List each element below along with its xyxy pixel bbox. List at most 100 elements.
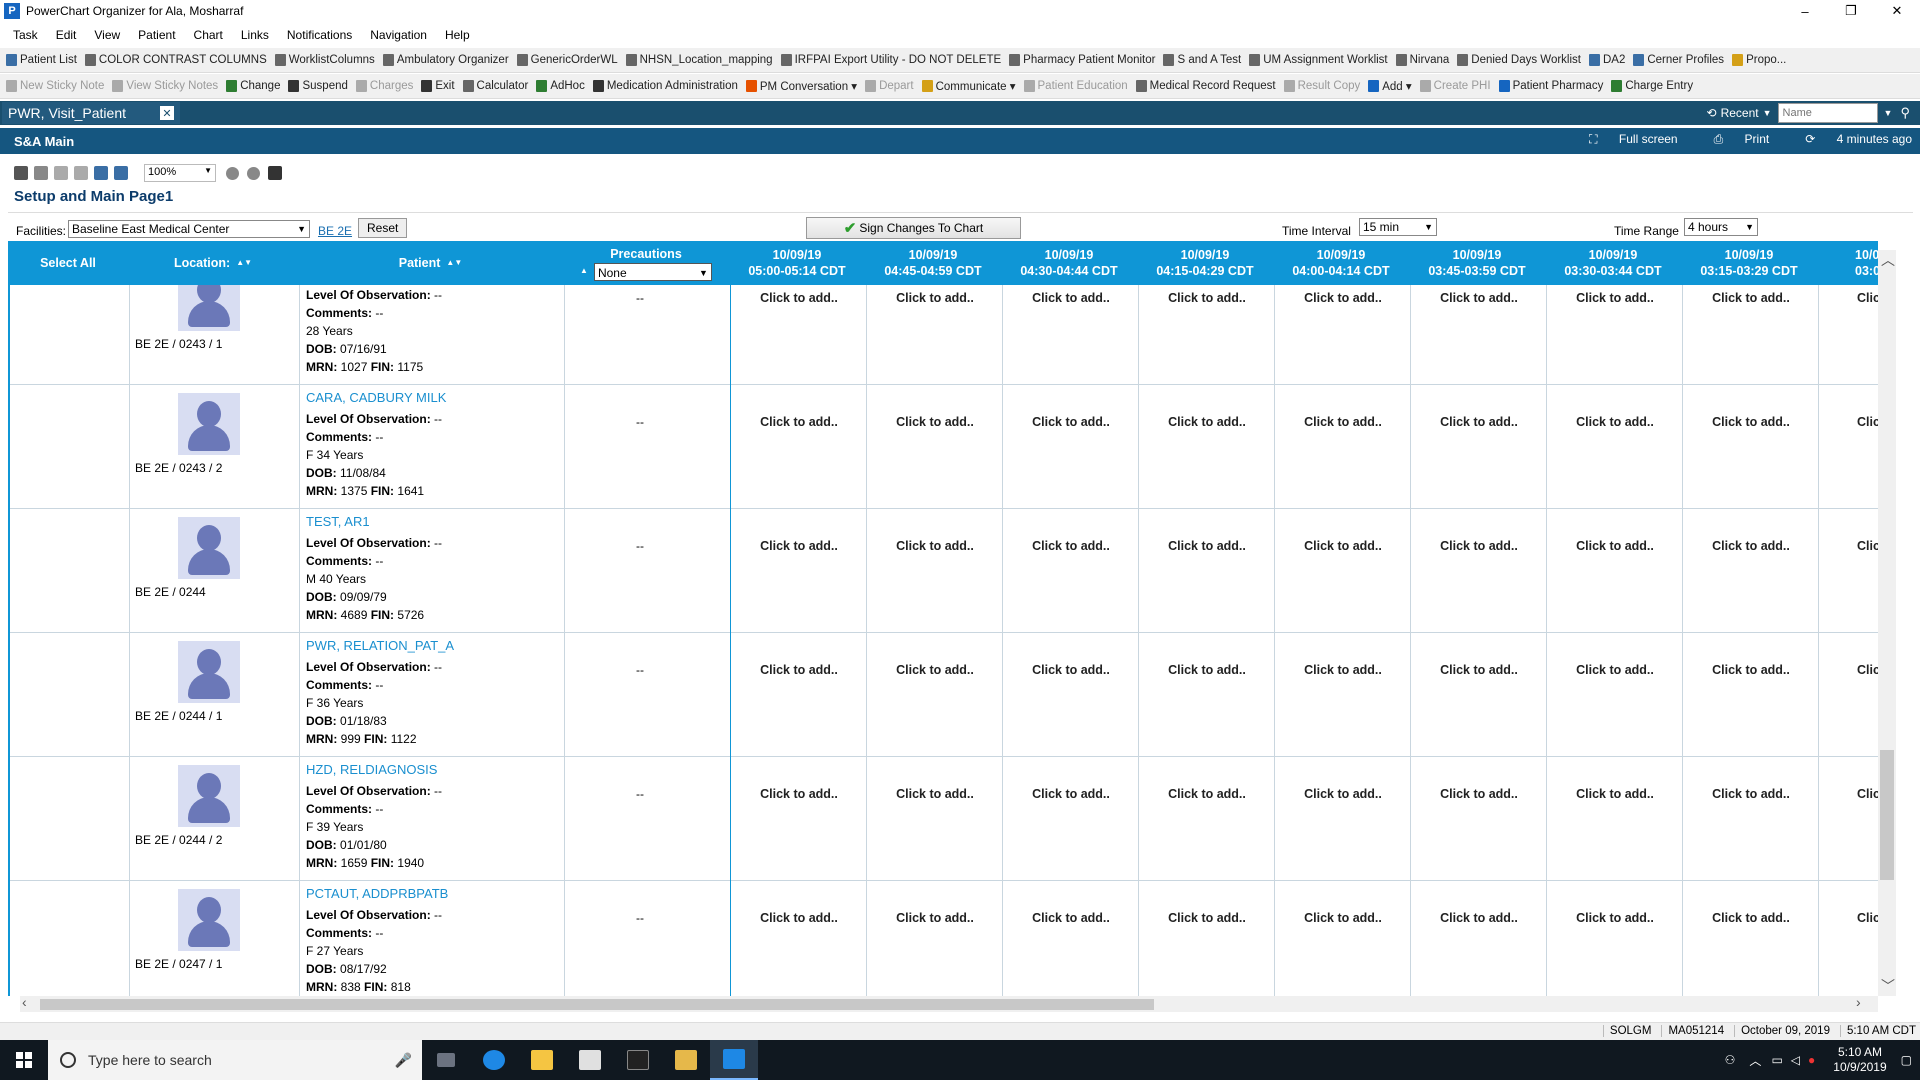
click-to-add-cell[interactable]: Click to add.. <box>1139 415 1275 429</box>
time-column-header[interactable]: 10/0 03:00-0 <box>1817 241 1920 285</box>
toolbar1-item[interactable]: S and A Test <box>1163 54 1241 66</box>
record-icon[interactable] <box>226 166 239 180</box>
binoculars-icon[interactable] <box>14 166 28 180</box>
click-to-add-cell[interactable]: Click to add.. <box>731 539 867 553</box>
click-to-add-cell[interactable]: Click to add.. <box>1411 911 1547 925</box>
patient-name-link[interactable]: CARA, CADBURY MILK <box>306 390 446 405</box>
click-to-add-cell[interactable]: Click to add.. <box>1411 415 1547 429</box>
click-to-add-cell[interactable]: Click to <box>1819 911 1878 925</box>
file-explorer-icon[interactable] <box>518 1040 566 1080</box>
toolbar1-item[interactable]: Cerner Profiles <box>1633 54 1724 66</box>
chevron-down-icon[interactable]: ▼ <box>1884 108 1893 118</box>
menu-links[interactable]: Links <box>241 28 269 42</box>
toolbar2-item[interactable]: Patient Pharmacy <box>1498 80 1603 92</box>
zoom-select[interactable]: 100% ▼ <box>144 164 216 182</box>
click-to-add-cell[interactable]: Click to <box>1819 539 1878 553</box>
select-all-header[interactable]: Select All <box>8 241 128 285</box>
toolbar1-item[interactable]: UM Assignment Worklist <box>1249 54 1388 66</box>
stop-icon[interactable] <box>247 166 260 180</box>
toolbar1-item[interactable]: DA2 <box>1588 54 1625 66</box>
toolbar2-item[interactable]: Communicate ▾ <box>921 79 1016 93</box>
microphone-icon[interactable]: 🎤 <box>395 1052 412 1069</box>
zoom-out-icon[interactable] <box>114 166 128 180</box>
click-to-add-cell[interactable]: Click to add.. <box>1547 663 1683 677</box>
chevron-up-icon[interactable]: ︿ <box>1749 1052 1761 1069</box>
click-to-add-cell[interactable]: Click to add.. <box>1411 539 1547 553</box>
toolbar2-item[interactable]: PM Conversation ▾ <box>745 79 857 93</box>
time-column-header[interactable]: 10/09/19 04:30-04:44 CDT <box>1001 241 1137 285</box>
toolbar2-item[interactable]: Patient Education <box>1023 80 1128 92</box>
click-to-add-cell[interactable]: Click to add.. <box>1547 911 1683 925</box>
time-column-header[interactable]: 10/09/19 03:45-03:59 CDT <box>1409 241 1545 285</box>
menu-chart[interactable]: Chart <box>194 28 223 42</box>
maximize-button[interactable]: ❐ <box>1828 0 1874 22</box>
click-to-add-cell[interactable]: Click to add.. <box>1003 539 1139 553</box>
scroll-up-icon[interactable]: ︿ <box>1881 250 1895 270</box>
click-to-add-cell[interactable]: Click to <box>1819 415 1878 429</box>
toolbar1-item[interactable]: Pharmacy Patient Monitor <box>1009 54 1155 66</box>
store-icon[interactable] <box>566 1040 614 1080</box>
horizontal-scroll-thumb[interactable] <box>40 999 1154 1010</box>
click-to-add-cell[interactable]: Click to add.. <box>867 291 1003 305</box>
click-to-add-cell[interactable]: Click to add.. <box>1275 539 1411 553</box>
toolbar1-item[interactable]: COLOR CONTRAST COLUMNS <box>84 54 267 66</box>
click-to-add-cell[interactable]: Click to add.. <box>731 291 867 305</box>
close-tab-icon[interactable]: ✕ <box>160 106 174 120</box>
click-to-add-cell[interactable]: Click to add.. <box>1683 787 1819 801</box>
click-to-add-cell[interactable]: Click to add.. <box>1139 539 1275 553</box>
zoom-in-icon[interactable] <box>94 166 108 180</box>
click-to-add-cell[interactable]: Click to add.. <box>867 415 1003 429</box>
toolbar2-item[interactable]: Exit <box>421 80 455 92</box>
click-to-add-cell[interactable]: Click to add.. <box>1683 291 1819 305</box>
terminal-icon[interactable] <box>614 1040 662 1080</box>
click-to-add-cell[interactable]: Click to add.. <box>1411 663 1547 677</box>
patient-name-link[interactable]: TEST, AR1 <box>306 514 370 529</box>
network-icon[interactable]: ▭ <box>1771 1053 1782 1067</box>
toolbar2-item[interactable]: Result Copy <box>1283 80 1360 92</box>
toolbar1-item[interactable]: Ambulatory Organizer <box>382 54 509 66</box>
click-to-add-cell[interactable]: Click to add.. <box>1275 291 1411 305</box>
print-button[interactable]: ⎙ Print <box>1696 132 1770 147</box>
forward-page-icon[interactable] <box>74 166 88 180</box>
click-to-add-cell[interactable]: Click to add.. <box>1275 911 1411 925</box>
tab-visit-patient[interactable]: PWR, Visit_Patient ✕ <box>2 102 180 124</box>
vertical-scroll-thumb[interactable] <box>1880 750 1894 880</box>
refresh-button[interactable]: ⟳ 4 minutes ago <box>1787 132 1912 147</box>
toolbar1-item[interactable]: Patient List <box>6 54 77 66</box>
click-to-add-cell[interactable]: Click to add.. <box>1411 291 1547 305</box>
click-to-add-cell[interactable]: Click to add.. <box>1139 663 1275 677</box>
toolbar2-item[interactable]: Charges <box>355 80 413 92</box>
click-to-add-cell[interactable]: Click to add.. <box>1003 663 1139 677</box>
time-column-header[interactable]: 10/09/19 04:45-04:59 CDT <box>865 241 1001 285</box>
scroll-left-icon[interactable]: ‹ <box>22 994 27 1010</box>
click-to-add-cell[interactable]: Click to <box>1819 291 1878 305</box>
click-to-add-cell[interactable]: Click to add.. <box>1275 415 1411 429</box>
click-to-add-cell[interactable]: Click to add.. <box>1683 415 1819 429</box>
time-column-header[interactable]: 10/09/19 05:00-05:14 CDT <box>729 241 865 285</box>
toolbar1-item[interactable]: GenericOrderWL <box>516 54 618 66</box>
toolbar2-item[interactable]: Suspend <box>288 80 348 92</box>
toolbar1-item[interactable]: Denied Days Worklist <box>1457 54 1581 66</box>
time-column-header[interactable]: 10/09/19 04:15-04:29 CDT <box>1137 241 1273 285</box>
task-view-icon[interactable] <box>422 1040 470 1080</box>
toolbar1-item[interactable]: IRFPAI Export Utility - DO NOT DELETE <box>780 54 1001 66</box>
click-to-add-cell[interactable]: Click to add.. <box>731 787 867 801</box>
toolbar2-item[interactable]: View Sticky Notes <box>112 80 218 92</box>
start-button[interactable] <box>0 1040 48 1080</box>
toolbar2-item[interactable]: Change <box>226 80 280 92</box>
notification-icon[interactable]: ▢ <box>1901 1053 1912 1067</box>
app-tray-icon[interactable]: ● <box>1808 1053 1815 1067</box>
time-interval-select[interactable]: 15 min ▼ <box>1359 218 1437 236</box>
toolbar2-item[interactable]: Calculator <box>462 80 528 92</box>
folder-icon[interactable] <box>662 1040 710 1080</box>
precautions-filter-select[interactable]: None ▼ <box>593 262 712 281</box>
toolbar2-item[interactable]: AdHoc <box>536 80 585 92</box>
recent-dropdown[interactable]: Recent <box>1721 106 1759 120</box>
toolbar2-item[interactable]: Medical Record Request <box>1135 80 1276 92</box>
patient-header[interactable]: Patient ▲▼ <box>298 241 563 285</box>
toolbar2-item[interactable]: Depart <box>865 80 914 92</box>
scroll-right-icon[interactable]: › <box>1856 994 1861 1010</box>
sign-changes-button[interactable]: ✔ Sign Changes To Chart <box>806 217 1021 239</box>
click-to-add-cell[interactable]: Click to add.. <box>1275 663 1411 677</box>
reset-button[interactable]: Reset <box>358 218 408 238</box>
